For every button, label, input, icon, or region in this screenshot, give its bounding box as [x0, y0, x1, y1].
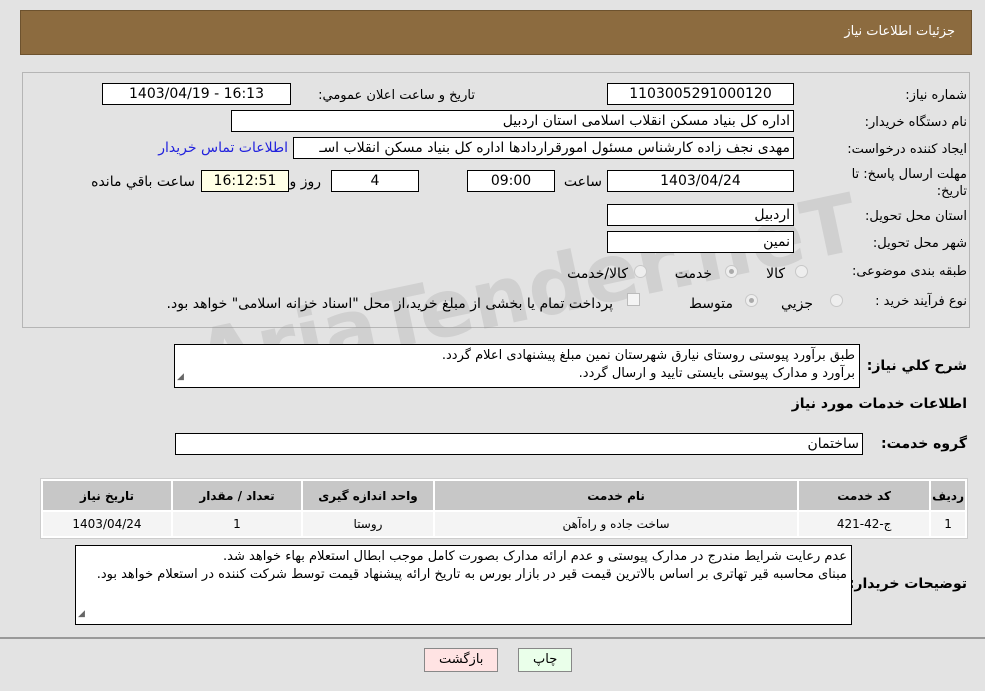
time-label: ساعت: [563, 174, 602, 190]
category-option-goods: کالا: [766, 266, 785, 282]
category-option-service: خدمت: [674, 266, 712, 282]
category-radio-both[interactable]: [634, 265, 647, 278]
table-header-row: ردیف کد خدمت نام خدمت واحد اندازه گیری ت…: [43, 481, 965, 510]
buyer-notes-textarea[interactable]: عدم رعایت شرایط مندرج در مدارک پیوستی و …: [75, 545, 852, 625]
description-label: شرح کلي نياز:: [866, 358, 967, 374]
buyer-notes-line-1: عدم رعایت شرایط مندرج در مدارک پیوستی و …: [223, 549, 847, 564]
cell-row: 1: [931, 512, 965, 536]
col-unit: واحد اندازه گیری: [303, 481, 433, 510]
service-group-label: گروه خدمت:: [881, 436, 967, 452]
description-line-2: برآورد و مدارک پیوستی بایستی تایید و ارس…: [578, 366, 855, 381]
buyer-label: نام دستگاه خریدار:: [864, 115, 967, 130]
col-quantity: تعداد / مقدار: [173, 481, 301, 510]
table-row: 1 ج-42-421 ساخت جاده و راه‌آهن روستا 1 1…: [43, 512, 965, 536]
treasury-payment-checkbox[interactable]: [627, 293, 640, 306]
resize-grip-icon[interactable]: ◢: [177, 368, 184, 386]
creator-label: ایجاد کننده درخواست:: [847, 142, 967, 157]
description-textarea[interactable]: طبق برآورد پیوستی روستای نیارق شهرستان ن…: [174, 344, 860, 388]
days-field: 4: [331, 170, 419, 192]
cell-unit: روستا: [303, 512, 433, 536]
col-row: ردیف: [931, 481, 965, 510]
col-date: تاریخ نیاز: [43, 481, 171, 510]
deadline-time-field: 09:00: [467, 170, 555, 192]
category-label: طبقه بندی موضوعی:: [851, 264, 967, 279]
page-header: جزئیات اطلاعات نیاز: [20, 10, 972, 55]
service-group-field: ساختمان: [175, 433, 863, 455]
print-button[interactable]: چاپ: [518, 648, 573, 672]
buyer-notes-label: توضیحات خریدار:: [848, 576, 967, 592]
announce-label: تاریخ و ساعت اعلان عمومي:: [318, 88, 475, 103]
process-radio-minor[interactable]: [830, 294, 843, 307]
buyer-notes-line-2: مبنای محاسبه قیر تهاتری بر اساس بالاترین…: [96, 567, 847, 582]
city-label: شهر محل تحویل:: [872, 236, 967, 251]
need-number-field: 1103005291000120: [607, 83, 794, 105]
deadline-label: مهلت ارسال پاسخ: تا تاریخ:: [851, 167, 967, 199]
buyer-contact-link[interactable]: اطلاعات تماس خریدار: [158, 140, 288, 156]
page-title: جزئیات اطلاعات نیاز: [844, 24, 955, 39]
province-label: استان محل تحویل:: [865, 209, 967, 224]
process-radio-medium[interactable]: [745, 294, 758, 307]
buyer-field: اداره کل بنیاد مسکن انقلاب اسلامی استان …: [231, 110, 794, 132]
col-code: کد خدمت: [799, 481, 930, 510]
remaining-label: ساعت باقي مانده: [91, 174, 195, 190]
cell-code: ج-42-421: [799, 512, 930, 536]
col-name: نام خدمت: [435, 481, 798, 510]
category-option-both: کالا/خدمت: [567, 266, 628, 282]
process-option-minor: جزيي: [781, 296, 813, 312]
cell-quantity: 1: [173, 512, 301, 536]
process-option-medium: متوسط: [689, 296, 733, 312]
deadline-date-field: 1403/04/24: [607, 170, 794, 192]
city-field: نمین: [607, 231, 794, 253]
divider: [0, 637, 985, 639]
services-title: اطلاعات خدمات مورد نیاز: [791, 396, 967, 412]
creator-field: مهدی نجف زاده کارشناس مسئول امورقرارداده…: [293, 137, 794, 159]
need-number-label: شماره نیاز:: [905, 88, 967, 103]
resize-grip-icon[interactable]: ◢: [78, 605, 85, 623]
days-label: روز و: [289, 174, 322, 190]
province-field: اردبیل: [607, 204, 794, 226]
category-radio-service[interactable]: [725, 265, 738, 278]
process-label: نوع فرآیند خرید :: [875, 294, 967, 309]
announce-field: 1403/04/19 - 16:13: [102, 83, 291, 105]
services-table: ردیف کد خدمت نام خدمت واحد اندازه گیری ت…: [40, 478, 968, 539]
back-button[interactable]: بازگشت: [424, 648, 499, 672]
description-line-1: طبق برآورد پیوستی روستای نیارق شهرستان ن…: [441, 348, 855, 363]
remaining-time-field: 16:12:51: [201, 170, 289, 192]
payment-note: پرداخت تمام یا بخشی از مبلغ خرید،از محل …: [166, 296, 613, 312]
cell-date: 1403/04/24: [43, 512, 171, 536]
cell-name: ساخت جاده و راه‌آهن: [435, 512, 798, 536]
category-radio-goods[interactable]: [795, 265, 808, 278]
